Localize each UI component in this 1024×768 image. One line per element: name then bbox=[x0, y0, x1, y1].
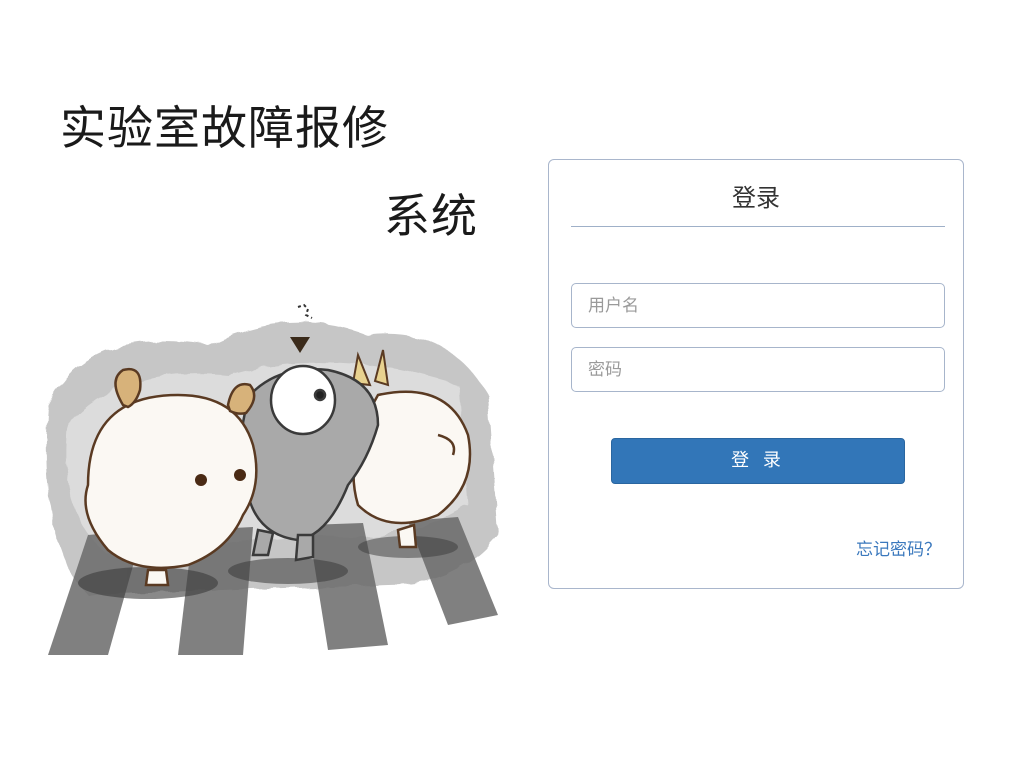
login-panel: 登录 登 录 忘记密码？ bbox=[548, 159, 964, 589]
login-heading: 登录 bbox=[732, 184, 780, 212]
login-page: 实验室故障报修 系统 登录 用户名 登 录 忘记密码？ bbox=[0, 0, 1024, 768]
login-button[interactable]: 登 录 bbox=[611, 438, 905, 484]
password-input[interactable] bbox=[571, 347, 945, 392]
system-title-line2: 系统 bbox=[384, 189, 478, 243]
login-divider bbox=[571, 226, 945, 227]
forgot-password-link[interactable]: 忘记密码？ bbox=[856, 535, 941, 560]
cartoon-sheep-illustration-icon bbox=[46, 303, 498, 655]
system-title-line1: 实验室故障报修 bbox=[60, 101, 389, 155]
username-input[interactable] bbox=[571, 283, 945, 328]
